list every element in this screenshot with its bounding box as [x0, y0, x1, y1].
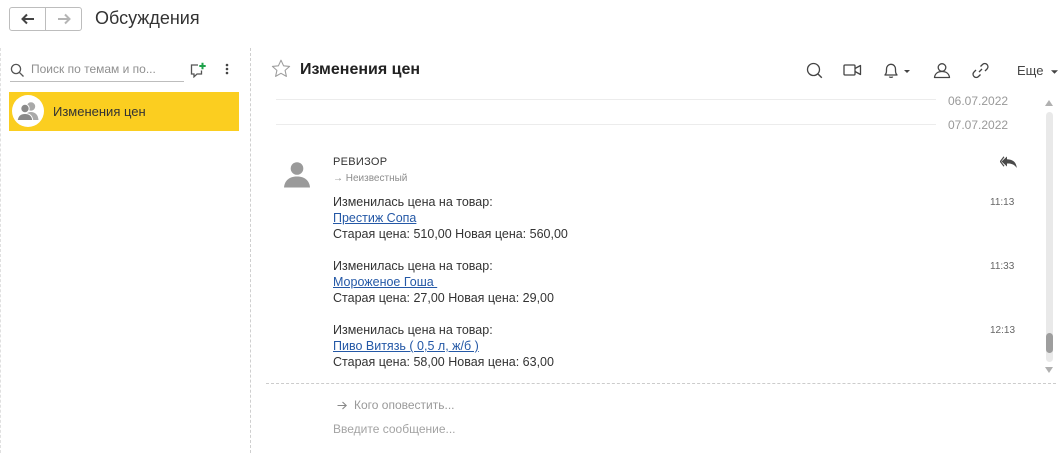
message-recipient: → Неизвестный — [333, 173, 408, 184]
star-icon — [271, 59, 291, 77]
search-messages-button[interactable] — [806, 62, 823, 84]
sidebar-menu-button[interactable] — [222, 62, 232, 81]
message-author: РЕВИЗОР — [333, 156, 388, 168]
search-icon — [10, 63, 24, 77]
favorite-button[interactable] — [271, 59, 291, 83]
date-separator-line — [276, 99, 936, 101]
copy-link-button[interactable] — [972, 62, 989, 84]
feed-scrollbar[interactable] — [1042, 96, 1056, 378]
more-menu-label: Еще — [1017, 63, 1044, 78]
scroll-thumb[interactable] — [1046, 333, 1053, 353]
message-time: 12:13 — [990, 325, 1016, 336]
kebab-menu-icon — [225, 63, 229, 75]
topic-avatar — [12, 95, 44, 127]
group-avatar-icon — [16, 102, 39, 121]
message-text: Старая цена: 58,00 Новая цена: 63,00 — [333, 355, 554, 369]
new-topic-icon — [190, 62, 206, 79]
date-separator: 06.07.2022 — [948, 94, 1009, 108]
reply-button[interactable] — [999, 155, 1018, 174]
composer-divider — [266, 383, 1056, 384]
topic-search-input[interactable] — [31, 62, 181, 76]
video-call-button[interactable] — [843, 62, 862, 83]
message-time: 11:33 — [990, 261, 1015, 272]
product-link[interactable]: Престиж Сопа — [333, 211, 416, 225]
scroll-track[interactable] — [1046, 112, 1053, 362]
message-text: Изменилась цена на товар: — [333, 195, 493, 209]
message-text: Изменилась цена на товар: — [333, 323, 493, 337]
forward-button[interactable] — [45, 8, 81, 30]
participants-icon — [933, 63, 951, 79]
conversation-title: Изменения цен — [300, 61, 421, 78]
back-button[interactable] — [10, 8, 45, 30]
notify-recipients-field[interactable]: Кого оповестить... — [337, 398, 455, 412]
date-separator-line — [276, 124, 936, 126]
scroll-down-arrow[interactable] — [1045, 367, 1053, 373]
message-time: 11:13 — [990, 197, 1015, 208]
new-topic-button[interactable] — [189, 62, 207, 83]
forward-arrow-icon — [57, 13, 71, 25]
topic-search — [10, 60, 184, 82]
video-icon — [843, 64, 862, 76]
panel-divider — [250, 48, 251, 453]
topic-item-price-changes[interactable]: Изменения цен — [9, 92, 239, 131]
message-text: Старая цена: 27,00 Новая цена: 29,00 — [333, 291, 554, 305]
chevron-down-icon — [1051, 69, 1059, 74]
reply-icon — [999, 156, 1017, 168]
left-panel-border — [0, 48, 1, 453]
more-menu-button[interactable]: Еще — [1017, 63, 1059, 78]
search-icon — [806, 62, 823, 79]
date-separator: 07.07.2022 — [948, 118, 1009, 132]
message-input[interactable] — [333, 422, 1013, 436]
topic-item-label: Изменения цен — [53, 104, 146, 119]
participants-button[interactable] — [932, 62, 952, 84]
window-title: Обсуждения — [95, 8, 200, 28]
product-link[interactable]: Пиво Витязь ( 0,5 л, ж/б ) — [333, 339, 479, 353]
author-avatar — [282, 160, 312, 193]
product-link[interactable]: Мороженое Гоша — [333, 275, 437, 289]
notifications-button[interactable] — [882, 62, 912, 84]
message-text: Старая цена: 510,00 Новая цена: 560,00 — [333, 227, 568, 241]
back-arrow-icon — [20, 13, 34, 25]
right-arrow-icon — [337, 401, 348, 410]
scroll-up-arrow[interactable] — [1045, 100, 1053, 106]
navigation-buttons — [9, 7, 82, 31]
link-icon — [972, 62, 989, 79]
message-text: Изменилась цена на товар: — [333, 259, 493, 273]
notify-placeholder: Кого оповестить... — [354, 398, 455, 412]
user-avatar-icon — [284, 162, 310, 188]
bell-icon — [884, 63, 910, 78]
